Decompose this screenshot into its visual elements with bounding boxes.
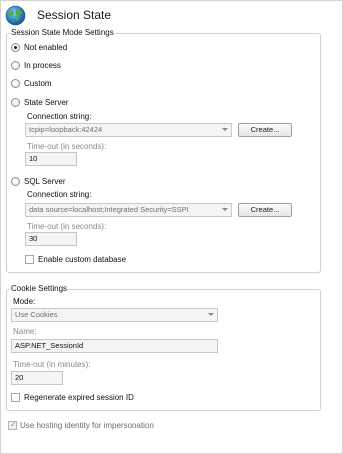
chevron-down-icon [222,128,228,131]
sql-server-connection-combo[interactable]: data source=localhost;Integrated Securit… [25,203,232,217]
cookie-mode-value: Use Cookies [15,310,58,319]
sql-server-connection-value: data source=localhost;Integrated Securit… [29,205,189,214]
sql-server-create-button[interactable]: Create... [238,203,292,217]
enable-custom-database-label[interactable]: Enable custom database [38,255,126,264]
sql-server-timeout-input[interactable]: 30 [25,232,77,246]
cookie-timeout-label: Time-out (in minutes): [13,360,91,369]
globe-icon [5,5,26,26]
checkmark-icon: ✓ [10,420,17,429]
cookie-mode-select[interactable]: Use Cookies [11,308,218,322]
radio-custom-label[interactable]: Custom [24,79,52,88]
radio-in-process-label[interactable]: In process [24,61,61,70]
radio-not-enabled-label[interactable]: Not enabled [24,43,67,52]
state-server-timeout-label: Time-out (in seconds): [27,142,107,151]
enable-custom-database-checkbox[interactable] [25,255,34,264]
state-server-connection-combo[interactable]: tcpip=loopback:42424 [25,123,232,137]
page-title: Session State [37,8,112,22]
use-hosting-identity-checkbox[interactable]: ✓ [8,420,17,430]
radio-custom[interactable] [11,79,20,88]
radio-in-process[interactable] [11,61,20,70]
state-server-create-button[interactable]: Create... [238,123,292,137]
cookie-settings-group-label: Cookie Settings [10,284,69,293]
cookie-name-input[interactable]: ASP.NET_SessionId [11,339,218,353]
radio-sql-server[interactable] [11,177,20,186]
sql-server-timeout-label: Time-out (in seconds): [27,222,107,231]
radio-sql-server-label[interactable]: SQL Server [24,177,66,186]
radio-not-enabled[interactable] [11,43,20,52]
session-mode-group-label: Session State Mode Settings [10,28,115,37]
state-server-connection-label: Connection string: [27,112,92,121]
chevron-down-icon [222,208,228,211]
cookie-mode-label: Mode: [13,297,36,306]
chevron-down-icon [208,313,214,316]
radio-state-server-label[interactable]: State Server [24,98,68,107]
cookie-name-label: Name: [13,327,37,336]
regenerate-session-id-checkbox[interactable] [11,393,20,402]
regenerate-session-id-label[interactable]: Regenerate expired session ID [24,393,134,402]
use-hosting-identity-label[interactable]: Use hosting identity for impersonation [20,421,154,430]
state-server-timeout-input[interactable]: 10 [25,152,77,166]
sql-server-connection-label: Connection string: [27,190,92,199]
cookie-timeout-input[interactable]: 20 [11,371,63,385]
state-server-connection-value: tcpip=loopback:42424 [29,125,103,134]
radio-state-server[interactable] [11,98,20,107]
